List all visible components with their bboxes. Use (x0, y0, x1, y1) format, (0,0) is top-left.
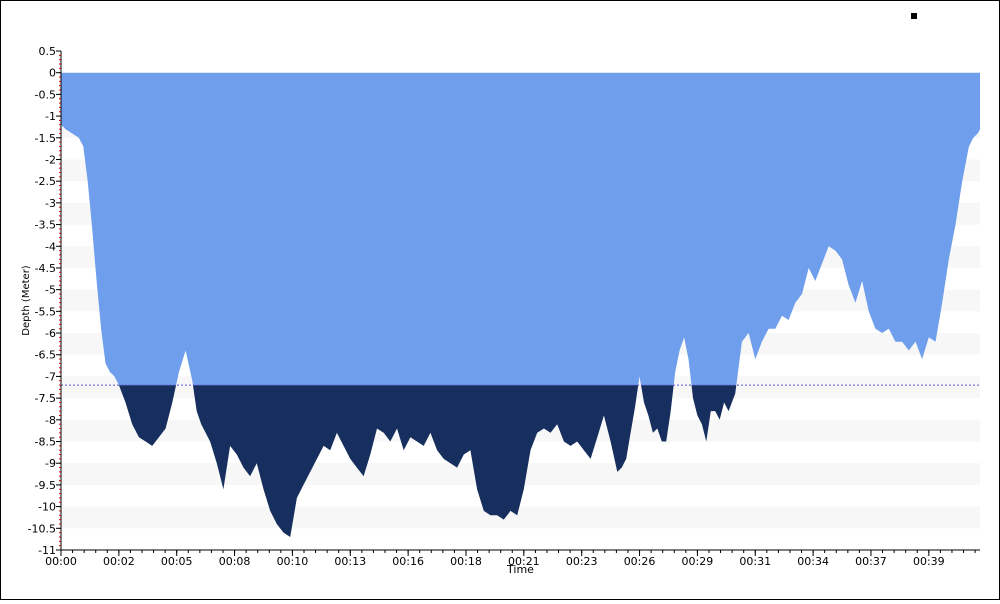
x-tick-label: 00:31 (739, 555, 771, 568)
y-tick-label: -5.5 (35, 305, 56, 318)
y-tick-label: -1 (45, 110, 56, 123)
x-tick-label: 00:26 (624, 555, 656, 568)
x-tick-label: 00:34 (797, 555, 829, 568)
y-tick-label: -3.5 (35, 219, 56, 232)
x-tick-label: 00:05 (161, 555, 193, 568)
depth-chart: 0.5 0 -0.5 -1 -1.5 -2 -2.5 -3 -3.5 -4 -4.5 -5 -5.5 -6… (21, 45, 980, 576)
y-tick-label: -4.5 (35, 262, 56, 275)
legend-marker (911, 13, 917, 19)
y-tick-label: -1.5 (35, 132, 56, 145)
y-tick-label: -5 (45, 284, 56, 297)
y-axis-label: Depth (Meter) (21, 265, 32, 336)
y-tick-label: -10.5 (28, 522, 56, 535)
chart-frame: 0.5 0 -0.5 -1 -1.5 -2 -2.5 -3 -3.5 -4 -4.5 -5 -5.5 -6… (0, 0, 1000, 600)
y-tick-labels: 0.5 0 -0.5 -1 -1.5 -2 -2.5 -3 -3.5 -4 -4.5 -5 -5.5 -6… (28, 45, 61, 557)
x-tick-label: 00:37 (855, 555, 887, 568)
y-tick-label: 0.5 (39, 45, 57, 58)
x-tick-label: 00:08 (219, 555, 251, 568)
y-tick-label: -4 (45, 240, 56, 253)
x-tick-label: 00:23 (566, 555, 598, 568)
grid-band (61, 506, 980, 529)
x-axis-label: Time (506, 563, 534, 576)
x-tick-labels: 00:00 00:02 00:05 00:08 00:10 00:13 00:16 00:18… (45, 550, 945, 568)
y-tick-label: -10 (38, 501, 56, 514)
y-tick-label: -6 (45, 327, 56, 340)
x-tick-label: 00:02 (103, 555, 135, 568)
y-tick-label: -9.5 (35, 479, 56, 492)
x-tick-label: 00:29 (682, 555, 714, 568)
y-tick-label: -0.5 (35, 88, 56, 101)
y-tick-label: -6.5 (35, 349, 56, 362)
y-tick-label: -7.5 (35, 392, 56, 405)
x-tick-label: 00:18 (450, 555, 482, 568)
y-tick-label: 0 (49, 67, 56, 80)
y-tick-label: -8 (45, 414, 56, 427)
x-tick-label: 00:16 (392, 555, 424, 568)
y-tick-label: -2.5 (35, 175, 56, 188)
x-tick-label: 00:10 (277, 555, 309, 568)
y-tick-label: -8.5 (35, 436, 56, 449)
y-tick-label: -7 (45, 370, 56, 383)
x-tick-label: 00:39 (913, 555, 945, 568)
y-tick-label: -3 (45, 197, 56, 210)
x-tick-label: 00:13 (334, 555, 366, 568)
x-tick-label: 00:00 (45, 555, 77, 568)
y-tick-label: -9 (45, 457, 56, 470)
y-tick-label: -2 (45, 153, 56, 166)
